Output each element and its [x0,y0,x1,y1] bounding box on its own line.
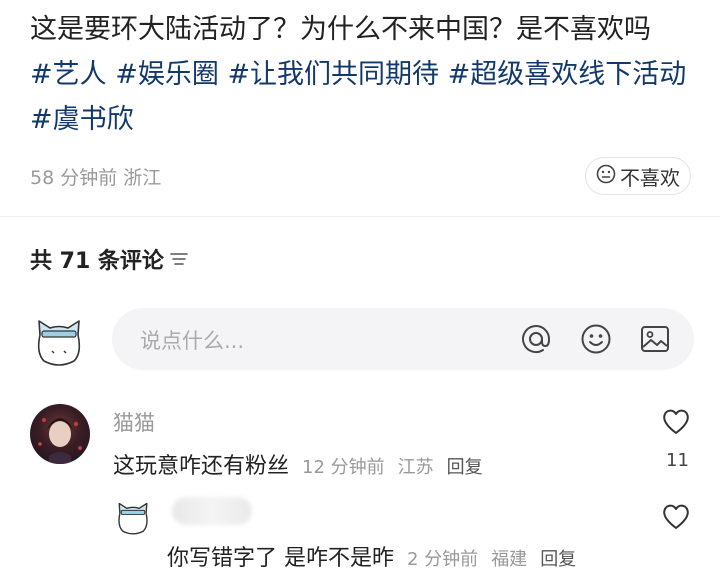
comment-count-header: 共 71 条评论 [30,243,188,275]
smile-icon [581,324,611,354]
mention-button[interactable] [517,320,555,358]
divider [0,216,720,217]
cat-avatar-icon [37,320,81,366]
tag-link[interactable]: #超级喜欢线下活动 [448,59,687,90]
reply-name-redacted [172,497,252,525]
reply-button[interactable]: 回复 [447,457,483,478]
image-icon [641,326,669,352]
post-tags-row-2: #虞书欣 [30,100,134,140]
reply-button[interactable]: 回复 [540,549,576,570]
comment-location: 江苏 [397,457,434,478]
like-button[interactable] [661,503,691,535]
comment-count-label: 共 71 条评论 [30,249,164,274]
comment-input-placeholder: 说点什么... [140,329,245,353]
post-text: 这是要环大陆活动了？为什么不来中国？是不喜欢吗 [30,14,651,45]
like-count: 11 [666,450,689,471]
portrait-icon [38,418,82,464]
reply-location: 福建 [491,549,528,570]
cat-avatar-icon [118,502,148,535]
image-button[interactable] [636,320,674,358]
avatar[interactable] [30,313,88,371]
heart-icon [663,504,689,529]
dislike-button[interactable]: 不喜欢 [585,157,691,195]
commenter-name[interactable]: 猫猫 [113,407,155,437]
post-tags-row-1: #艺人 #娱乐圈 #让我们共同期待 #超级喜欢线下活动 [30,55,686,95]
tag-link[interactable]: #虞书欣 [30,104,134,135]
reply-text-row: 你写错字了 是咋不是昨 2 分钟前 福建 回复 [167,540,576,572]
reply-avatar[interactable] [113,498,153,538]
commenter-avatar[interactable] [30,404,90,464]
emoji-button[interactable] [577,320,615,358]
sort-icon[interactable] [170,247,188,272]
comment-time: 12 分钟前 [302,457,385,478]
neutral-face-icon [596,164,616,189]
at-icon [522,325,551,353]
tag-link[interactable]: #娱乐圈 [115,59,219,90]
heart-icon [663,409,689,434]
reply-time: 2 分钟前 [407,549,479,570]
reply-text: 你写错字了 是咋不是昨 [167,546,394,571]
comment-text: 这玩意咋还有粉丝 [113,454,290,479]
comment-text-row: 这玩意咋还有粉丝 12 分钟前 江苏 回复 [113,448,483,480]
tag-link[interactable]: #让我们共同期待 [227,59,439,90]
like-button[interactable] [661,408,691,440]
dislike-label: 不喜欢 [620,165,680,190]
comment-input[interactable]: 说点什么... [112,308,694,370]
tag-link[interactable]: #艺人 [30,59,107,90]
post-time-location: 58 分钟前 浙江 [30,167,162,189]
